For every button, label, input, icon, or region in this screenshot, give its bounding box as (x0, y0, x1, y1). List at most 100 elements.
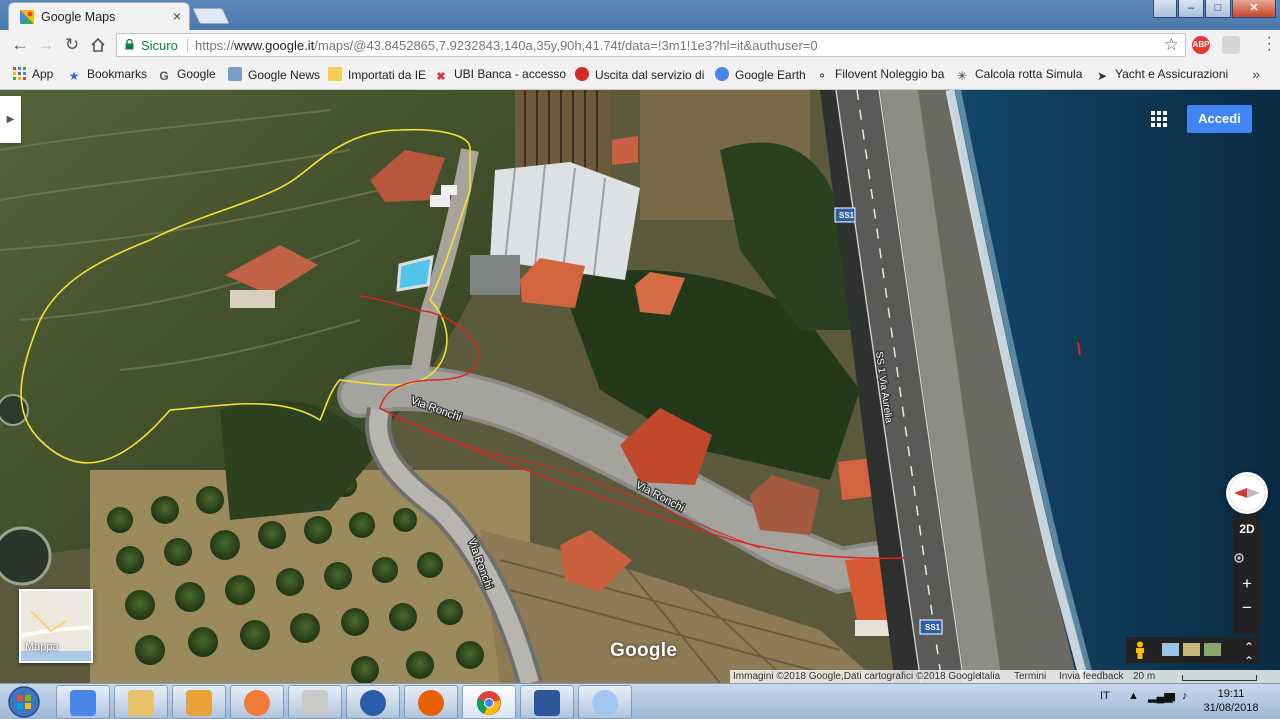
secure-label: Sicuro (141, 38, 178, 53)
usb-icon (302, 690, 328, 716)
bookmark-label: Google News (248, 68, 321, 82)
browser-menu-icon[interactable]: · · · (1267, 30, 1272, 58)
taskbar-google-translate[interactable] (56, 685, 110, 719)
google-logo: Google (610, 640, 678, 661)
side-panel-toggle[interactable]: ▶ (0, 96, 21, 143)
media-player-icon (244, 690, 270, 716)
country-link[interactable]: Italia (979, 671, 1000, 682)
google-apps-icon[interactable] (1150, 110, 1168, 128)
pin-icon: ⚬ (816, 69, 828, 83)
language-indicator[interactable]: IT (1100, 690, 1110, 702)
taskbar-thunderbird[interactable] (346, 685, 400, 719)
bookmark-google[interactable]: G Google (157, 67, 215, 83)
thunderbird-icon (360, 690, 386, 716)
camera-extension-icon[interactable] (1222, 36, 1240, 54)
bookmark-google-earth[interactable]: Google Earth (715, 67, 806, 83)
bookmark-ubi-banca[interactable]: ✖ UBI Banca - accesso (434, 67, 566, 83)
bookmark-calcola-rotta[interactable]: ✳ Calcola rotta Simula (955, 67, 1082, 83)
lock-icon (125, 39, 134, 50)
bookmark-label: Importati da IE (348, 68, 427, 82)
bookmark-label: Bookmarks (87, 67, 148, 81)
boat-icon: ➤ (1096, 69, 1108, 83)
map-viewport[interactable]: Via Ronchi Via Ronchi Via Ronchi SS 1 Vi… (0, 90, 1280, 683)
terms-link[interactable]: Termini (1014, 671, 1046, 682)
maximize-button[interactable]: □ (1205, 0, 1231, 18)
minimap-label: Mappa (25, 641, 59, 653)
tab-close-icon[interactable]: × (173, 8, 181, 24)
close-window-button[interactable]: ✕ (1232, 0, 1276, 18)
url-text[interactable]: https://www.google.it/maps/@43.8452865,7… (195, 38, 818, 53)
firefox-icon (418, 690, 444, 716)
compass-icon[interactable] (1226, 472, 1268, 514)
new-tab-button[interactable] (192, 8, 230, 24)
zoom-in-button[interactable]: + (1233, 574, 1261, 594)
taskbar-paint[interactable] (578, 685, 632, 719)
apps-grid-icon (12, 67, 26, 81)
system-clock[interactable]: 19:11 31/08/2018 (1196, 687, 1266, 715)
red-circle-icon (575, 67, 589, 81)
bookmark-bookmarks[interactable]: ★ Bookmarks (67, 67, 147, 83)
home-icon[interactable] (87, 34, 109, 56)
imagery-thumbnail[interactable] (1204, 643, 1221, 656)
taskbar-word[interactable] (520, 685, 574, 719)
bookmark-google-news[interactable]: Google News (228, 67, 320, 83)
tab-google-maps[interactable]: Google Maps × (8, 2, 190, 30)
scale-label[interactable]: 20 m (1133, 671, 1155, 682)
address-bar[interactable]: Sicuro https://www.google.it/maps/@43.84… (116, 33, 1186, 57)
power-icon[interactable]: ▮ (1170, 690, 1176, 703)
tray-overflow-icon[interactable]: ▲ (1128, 690, 1139, 702)
ubi-icon: ✖ (436, 71, 446, 83)
bookmark-star-icon[interactable]: ☆ (1164, 35, 1179, 55)
paint-icon (592, 690, 618, 716)
satellite-imagery: Via Ronchi Via Ronchi Via Ronchi SS 1 Vi… (0, 90, 1280, 683)
network-icon[interactable]: ▂▄▆ (1148, 690, 1173, 703)
bookmark-yacht[interactable]: ➤ Yacht e Assicurazioni (1095, 67, 1228, 83)
map-type-toggle[interactable]: Mappa (19, 589, 93, 663)
chrome-icon (476, 691, 501, 715)
back-arrow-icon[interactable]: ← (9, 34, 31, 56)
word-icon (534, 690, 560, 716)
imagery-thumbnail[interactable] (1162, 643, 1179, 656)
taskbar-firefox[interactable] (404, 685, 458, 719)
bookmark-label: Filovent Noleggio ba (835, 67, 945, 81)
map-controls: 2D + − (1233, 514, 1261, 634)
adblock-plus-icon[interactable]: ABP (1192, 36, 1210, 54)
bookmark-importati-da-ie[interactable]: Importati da IE (328, 67, 426, 83)
window-controls: – □ ✕ (1152, 0, 1276, 20)
taskbar-usb-tool[interactable] (288, 685, 342, 719)
user-profile-button[interactable] (1153, 0, 1177, 18)
star-icon: ★ (68, 69, 80, 83)
forward-arrow-icon[interactable]: → (35, 34, 57, 56)
tab-title: Google Maps (41, 10, 116, 24)
imagery-bar: ⌃ ⌃ (1126, 637, 1260, 668)
volume-icon[interactable]: ♪ (1182, 690, 1188, 702)
pegman-icon[interactable] (1134, 641, 1146, 659)
reload-icon[interactable]: ↻ (61, 34, 83, 56)
taskbar-outlook[interactable] (172, 685, 226, 719)
browser-titlebar: Google Maps × – □ ✕ (0, 0, 1280, 30)
taskbar-media-player[interactable] (230, 685, 284, 719)
imagery-attribution: Immagini ©2018 Google,Dati cartografici … (733, 671, 981, 682)
browser-toolbar: ← → ↻ Sicuro https://www.google.it/maps/… (0, 30, 1280, 61)
bookmark-label: Calcola rotta Simula (975, 67, 1083, 81)
windows-start-icon[interactable] (4, 685, 44, 719)
feedback-link[interactable]: Invia feedback (1059, 671, 1124, 682)
bookmark-uscita-servizio[interactable]: Uscita dal servizio di (575, 67, 704, 83)
bookmarks-overflow-icon[interactable]: » (1252, 66, 1260, 82)
my-location-icon[interactable] (1233, 550, 1261, 564)
url-scheme: https:// (195, 38, 235, 53)
scale-bar (1182, 675, 1257, 681)
sign-in-button[interactable]: Accedi (1187, 105, 1252, 133)
minimize-button[interactable]: – (1178, 0, 1204, 18)
clock-time: 19:11 (1217, 688, 1245, 700)
toggle-2d-button[interactable]: 2D (1233, 522, 1261, 536)
taskbar-file-explorer[interactable] (114, 685, 168, 719)
taskbar-chrome[interactable] (462, 685, 516, 719)
imagery-thumbnail[interactable] (1183, 643, 1200, 656)
ss1-shield-label: SS1 (839, 211, 855, 220)
outlook-icon (186, 690, 212, 716)
bookmark-app[interactable]: App (12, 67, 53, 83)
zoom-out-button[interactable]: − (1233, 598, 1261, 618)
bookmark-filovent[interactable]: ⚬ Filovent Noleggio ba (815, 67, 944, 83)
expand-imagery-icon[interactable]: ⌃ ⌃ (1244, 640, 1254, 668)
